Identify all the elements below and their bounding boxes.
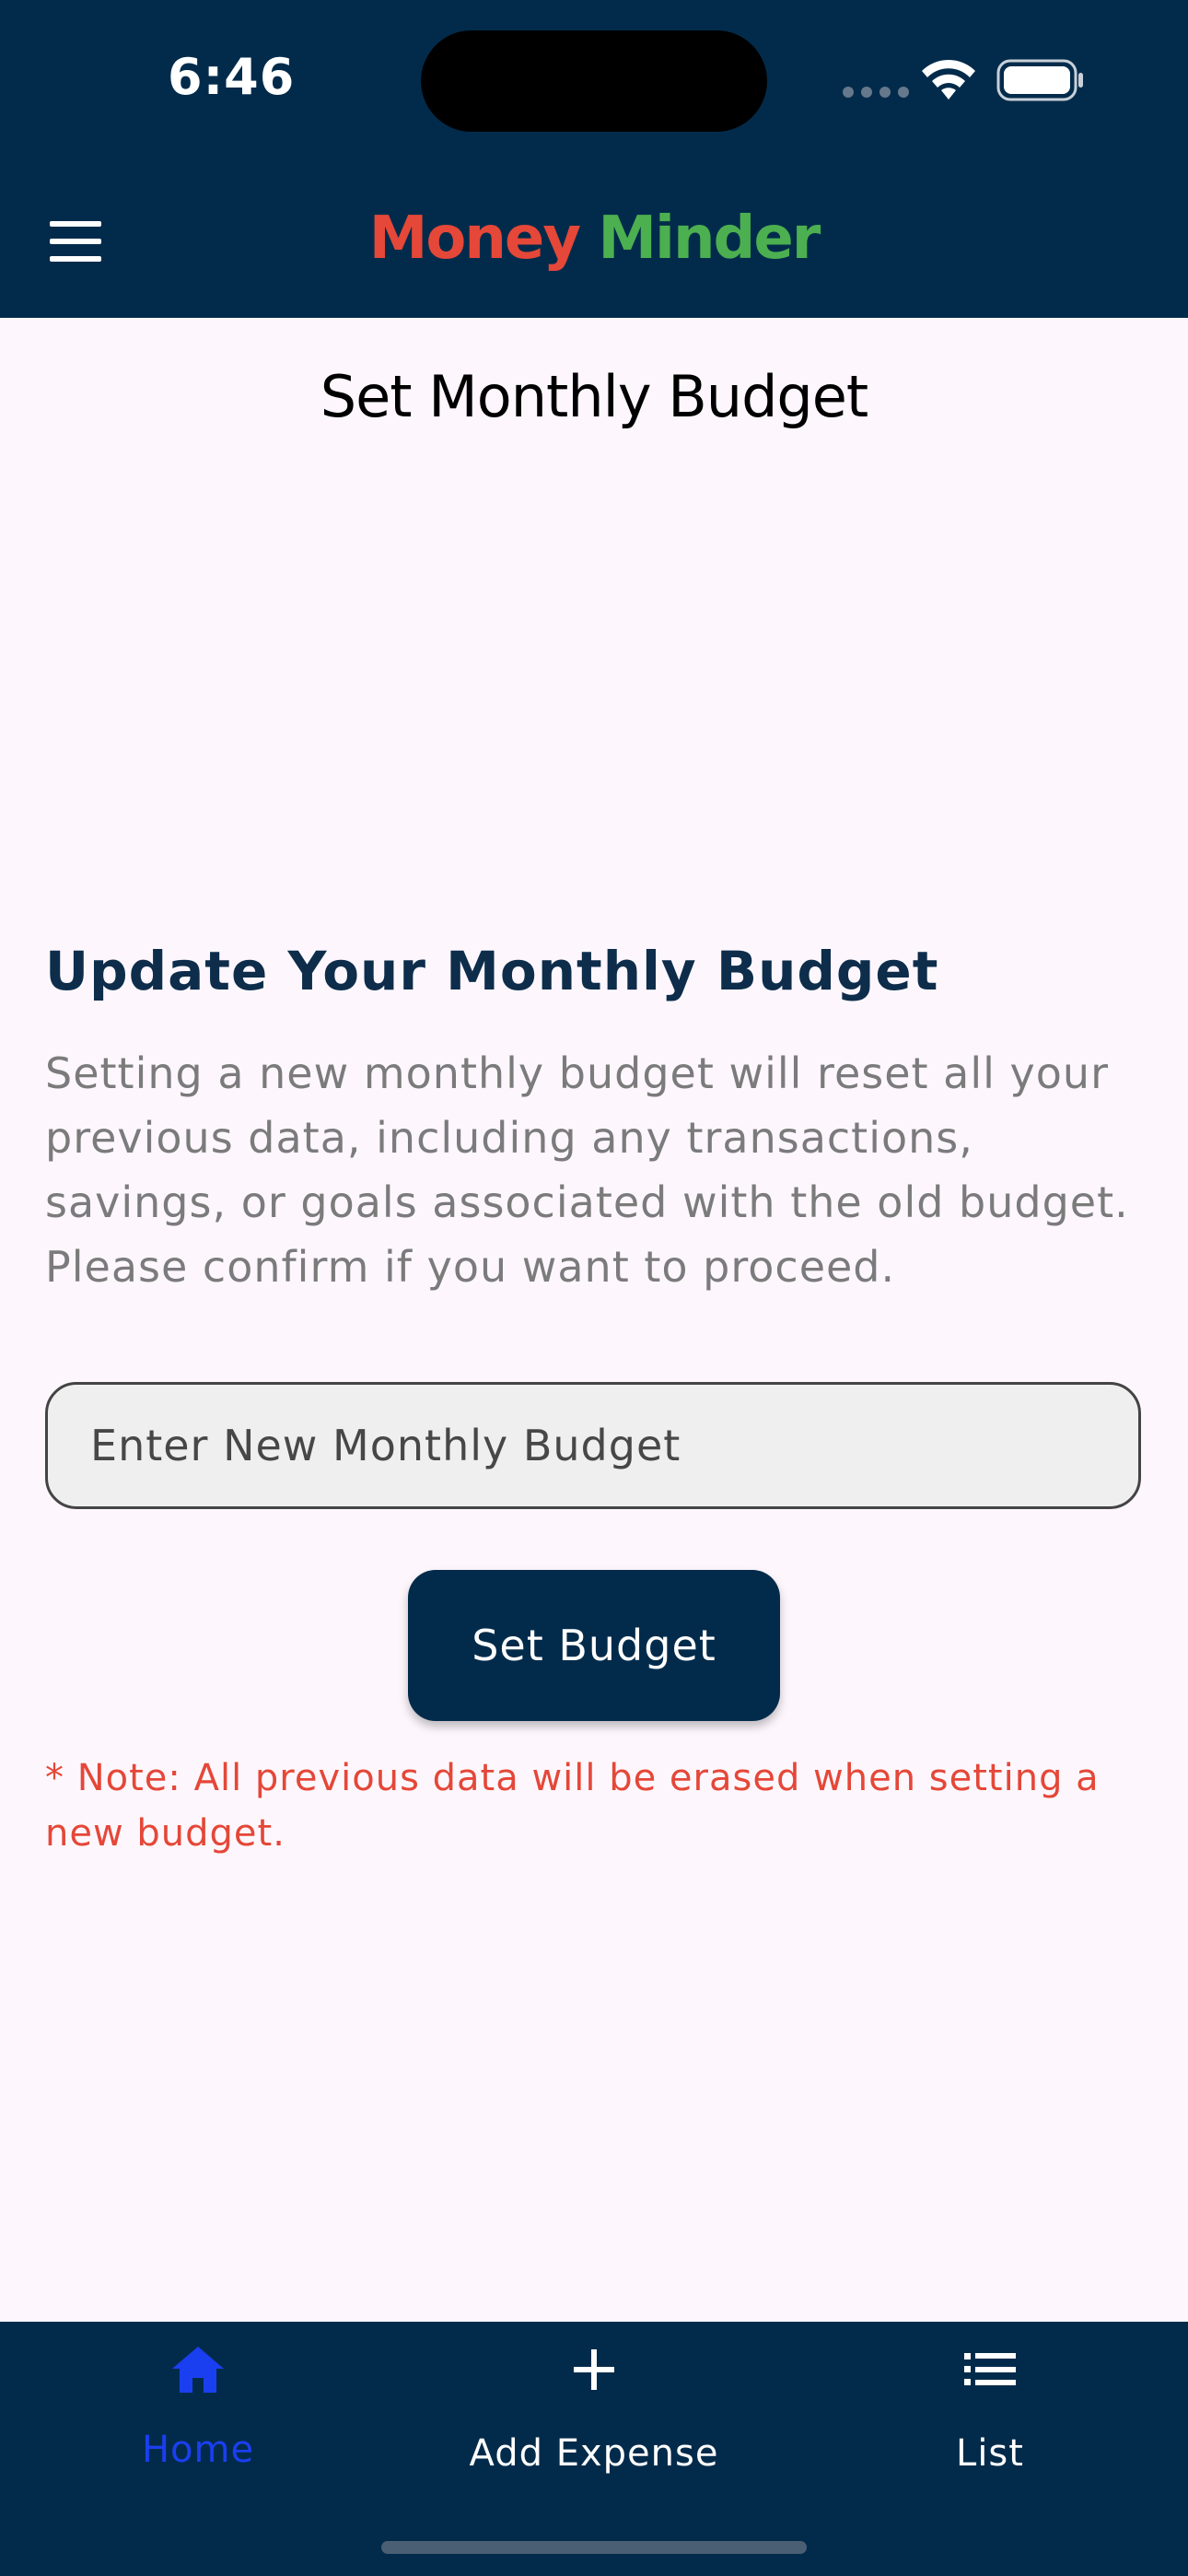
monthly-budget-input[interactable] [45,1382,1141,1509]
nav-item-list[interactable]: List [792,2322,1188,2506]
nav-item-home[interactable]: Home [0,2322,396,2506]
section-description: Setting a new monthly budget will reset … [45,1048,1129,1292]
home-icon [172,2347,224,2393]
page-title: Set Monthly Budget [320,363,868,430]
battery-icon [996,59,1083,101]
nav-label-add-expense: Add Expense [469,2432,719,2475]
app-title-money: Money [368,205,581,273]
nav-label-home: Home [141,2429,255,2471]
plus-icon [574,2349,614,2390]
section-heading: Update Your Monthly Budget [45,940,939,1002]
app-title: Money Minder [0,205,1188,273]
nav-label-list: List [956,2432,1024,2475]
app-title-minder: Minder [598,205,821,273]
dynamic-island [421,30,767,132]
wifi-icon [922,59,975,100]
home-indicator [381,2541,807,2554]
status-time: 6:46 [168,48,296,106]
bottom-nav: Home Add Expense List [0,2322,1188,2576]
app-header: 6:46 Money Minder [0,0,1188,318]
nav-item-add-expense[interactable]: Add Expense [396,2322,792,2506]
warning-note: * Note: All previous data will be erased… [45,1757,1100,1855]
cellular-signal-icon [843,87,909,98]
set-budget-button[interactable]: Set Budget [408,1570,780,1721]
list-icon [964,2353,1016,2385]
